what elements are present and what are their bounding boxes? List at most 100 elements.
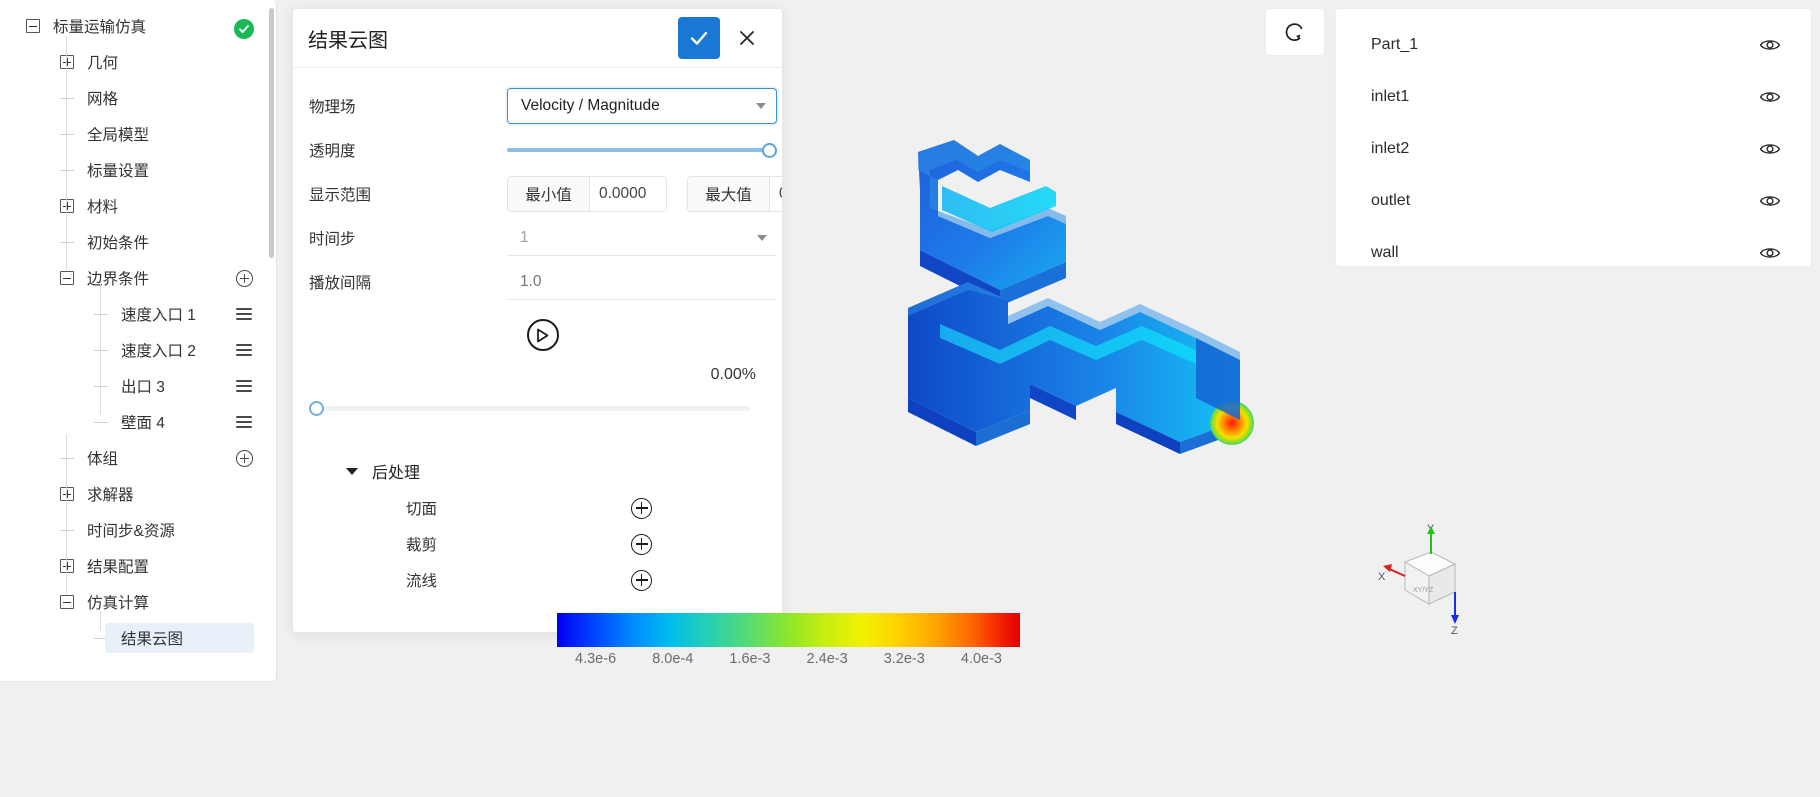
refresh-icon	[1285, 23, 1303, 41]
tree-item-label: 网格	[87, 91, 119, 108]
model-tree-sidebar[interactable]: 标量运输仿真 几何 网格 全局模型 标量设置 材料 初始条件 边界条件 速度入口 1 速度入口 2…	[0, 0, 277, 682]
tree-item-1[interactable]: 几何	[0, 44, 276, 80]
triad-x-label: X	[1378, 571, 1386, 583]
tree-item-3[interactable]: 全局模型	[0, 116, 276, 152]
part-row-inlet1[interactable]: inlet1	[1336, 71, 1811, 123]
time-step-value: 1	[520, 228, 529, 246]
tree-item-8[interactable]: 速度入口 1	[0, 296, 276, 332]
tree-guide-line	[60, 169, 74, 171]
collapse-icon[interactable]	[60, 595, 74, 609]
collapse-icon[interactable]	[60, 271, 74, 285]
tree-guide	[91, 304, 111, 324]
expand-icon[interactable]	[60, 55, 74, 69]
plus-circle-icon[interactable]	[631, 533, 652, 555]
tree-toggle[interactable]	[57, 52, 77, 72]
post-process-item-streamline[interactable]: 流线	[309, 562, 766, 598]
row-menu-icon[interactable]	[234, 304, 254, 324]
plus-circle-icon[interactable]	[631, 569, 652, 591]
tree-item-17[interactable]: 结果云图	[0, 620, 276, 656]
time-step-select[interactable]: 1	[507, 220, 777, 256]
post-process-item-slice[interactable]: 切面	[309, 490, 766, 526]
tree-guide-line	[94, 349, 108, 351]
physical-field-select[interactable]: Velocity / Magnitude	[507, 88, 777, 124]
progress-slider-knob[interactable]	[309, 400, 324, 416]
axis-triad[interactable]: Y X Z XY/YZ	[1375, 520, 1485, 640]
expand-icon[interactable]	[60, 199, 74, 213]
tree-item-11[interactable]: 壁面 4	[0, 404, 276, 440]
tree-toggle[interactable]	[23, 16, 43, 36]
tree-item-label: 全局模型	[87, 127, 150, 144]
part-row-part_1[interactable]: Part_1	[1336, 19, 1811, 71]
opacity-slider-knob[interactable]	[762, 142, 777, 158]
opacity-slider[interactable]	[507, 140, 777, 160]
tree-toggle[interactable]	[57, 592, 77, 612]
opacity-slider-fill	[507, 148, 777, 152]
cfd-geometry-render[interactable]	[880, 120, 1280, 480]
eye-icon[interactable]	[1759, 190, 1781, 212]
confirm-button[interactable]	[678, 17, 720, 59]
display-range-min[interactable]: 最小值	[507, 176, 667, 212]
add-item-icon[interactable]	[234, 268, 254, 288]
tree-guide-line	[60, 529, 74, 531]
tree-item-label: 标量设置	[87, 163, 150, 180]
field-row-display-range: 显示范围 最小值 最大值	[309, 172, 782, 216]
tree-item-10[interactable]: 出口 3	[0, 368, 276, 404]
post-process-label: 后处理	[372, 465, 421, 482]
result-contour-dialog[interactable]: 结果云图 物理场 Velocity / Magnitude 透明度 显示范围 最…	[292, 8, 783, 633]
post-process-header[interactable]: 后处理	[309, 452, 766, 490]
colorbar-tick: 4.0e-3	[960, 651, 1002, 667]
tree-item-2[interactable]: 网格	[0, 80, 276, 116]
display-range-max[interactable]: 最大值	[687, 176, 782, 212]
sidebar-scrollbar[interactable]	[269, 8, 274, 258]
expand-icon[interactable]	[60, 559, 74, 573]
parts-visibility-panel[interactable]: Part_1 inlet1 inlet2 outlet wall	[1335, 8, 1812, 267]
tree-item-4[interactable]: 标量设置	[0, 152, 276, 188]
tree-guide-line	[94, 421, 108, 423]
expand-icon[interactable]	[60, 487, 74, 501]
tree-item-13[interactable]: 求解器	[0, 476, 276, 512]
tree-item-7[interactable]: 边界条件	[0, 260, 276, 296]
tree-guide-line	[66, 434, 67, 594]
row-menu-icon[interactable]	[234, 412, 254, 432]
tree-guide	[57, 88, 77, 108]
tree-item-6[interactable]: 初始条件	[0, 224, 276, 260]
part-row-inlet2[interactable]: inlet2	[1336, 123, 1811, 175]
reset-view-button[interactable]	[1265, 8, 1325, 56]
min-value-input[interactable]	[590, 177, 666, 211]
collapse-icon[interactable]	[26, 19, 40, 33]
eye-icon[interactable]	[1759, 138, 1781, 160]
tree-item-12[interactable]: 体组	[0, 440, 276, 476]
progress-slider[interactable]	[309, 400, 766, 416]
model-tree: 标量运输仿真 几何 网格 全局模型 标量设置 材料 初始条件 边界条件 速度入口 1 速度入口 2…	[0, 0, 276, 656]
row-menu-icon[interactable]	[234, 340, 254, 360]
tree-toggle[interactable]	[57, 556, 77, 576]
part-row-wall[interactable]: wall	[1336, 227, 1811, 279]
play-interval-input[interactable]	[507, 264, 777, 300]
eye-icon[interactable]	[1759, 242, 1781, 264]
tree-guide	[91, 412, 111, 432]
part-row-outlet[interactable]: outlet	[1336, 175, 1811, 227]
eye-icon[interactable]	[1759, 34, 1781, 56]
tree-item-5[interactable]: 材料	[0, 188, 276, 224]
row-menu-icon[interactable]	[234, 376, 254, 396]
tree-item-label: 壁面 4	[121, 415, 165, 432]
tree-toggle[interactable]	[57, 268, 77, 288]
close-button[interactable]	[726, 17, 768, 59]
plus-circle-icon[interactable]	[631, 497, 652, 519]
tree-item-14[interactable]: 时间步&资源	[0, 512, 276, 548]
chevron-down-icon	[756, 103, 766, 109]
part-name: outlet	[1371, 192, 1411, 209]
tree-item-16[interactable]: 仿真计算	[0, 584, 276, 620]
post-process-item-clip[interactable]: 裁剪	[309, 526, 766, 562]
max-value-input[interactable]	[770, 177, 782, 211]
tree-item-9[interactable]: 速度入口 2	[0, 332, 276, 368]
triad-face-label: XY/YZ	[1413, 587, 1434, 594]
play-button[interactable]	[526, 319, 559, 351]
tree-item-label: 结果云图	[121, 631, 184, 648]
eye-icon[interactable]	[1759, 86, 1781, 108]
part-name: Part_1	[1371, 36, 1419, 53]
tree-toggle[interactable]	[57, 484, 77, 504]
add-item-icon[interactable]	[234, 448, 254, 468]
tree-toggle[interactable]	[57, 196, 77, 216]
tree-item-15[interactable]: 结果配置	[0, 548, 276, 584]
